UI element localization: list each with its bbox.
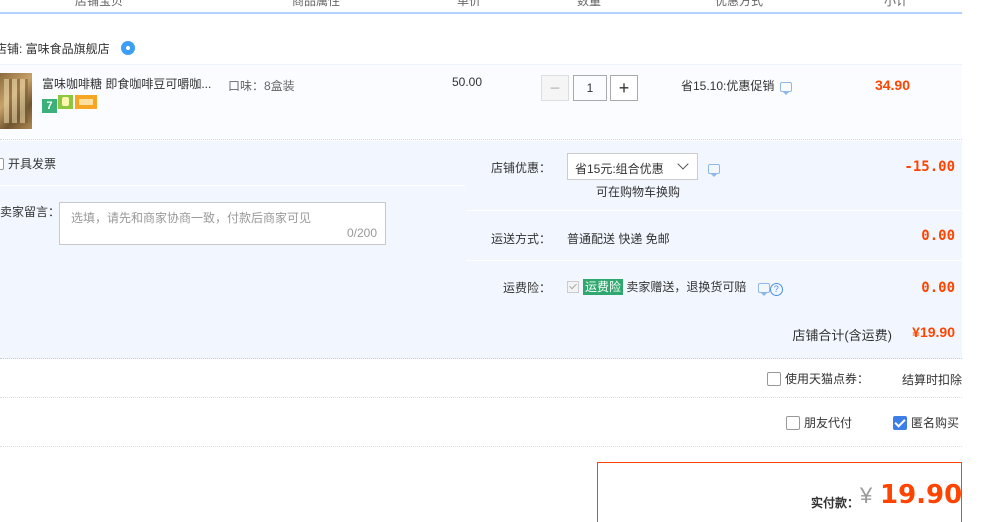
shop-name-row: 店铺: 富味食品旗舰店 xyxy=(0,40,136,57)
insurance-option: 运费险 卖家赠送，退换货可赔 ? xyxy=(567,278,783,296)
col-promotion: 优惠方式 xyxy=(715,0,764,8)
promotion-info: 省15.10:优惠促销 xyxy=(681,77,793,95)
shop-discount-amount: -15.00 xyxy=(904,159,955,175)
store-total-value: ¥19.90 xyxy=(912,324,955,340)
col-unit-price: 单价 xyxy=(457,0,482,8)
insurance-label: 运费险： xyxy=(503,281,552,295)
divider xyxy=(466,260,962,261)
help-icon[interactable]: ? xyxy=(769,283,783,296)
column-header: 店铺宝贝 商品属性 单价 数量 优惠方式 小计 xyxy=(0,0,962,14)
col-subtotal: 小计 xyxy=(884,0,909,8)
chevron-down-icon xyxy=(677,158,689,170)
item-subtotal: 34.90 xyxy=(874,77,910,93)
guarantee-icon[interactable] xyxy=(58,95,73,109)
anonymous-label: 匿名购买 xyxy=(911,416,960,430)
shop-discount-panel: 店铺优惠： 省15元:组合优惠 可在购物车换购 -15.00 运送方式： 普通配… xyxy=(466,141,962,305)
payment-amount: 19.90 xyxy=(880,480,963,510)
credit-card-icon[interactable] xyxy=(75,95,97,109)
shipping-amount: 0.00 xyxy=(921,228,955,244)
divider xyxy=(466,210,962,211)
store-total-row: 店铺合计(含运费) ¥19.90 xyxy=(0,305,962,359)
message-placeholder: 选填，请先和商家协商一致，付款后商家可见 xyxy=(71,211,312,225)
divider xyxy=(0,446,962,447)
voucher-option[interactable]: 使用天猫点券： xyxy=(767,370,869,387)
shop-discount-selected: 省15元:组合优惠 xyxy=(575,162,664,176)
shipping-label: 运送方式： xyxy=(491,232,552,246)
shop-name[interactable]: 店铺: 富味食品旗舰店 xyxy=(0,42,110,56)
invoice-option[interactable]: 开具发票 xyxy=(0,155,56,172)
shop-discount-label: 店铺优惠： xyxy=(491,161,552,175)
comment-icon[interactable] xyxy=(780,82,793,95)
friend-pay-label: 朋友代付 xyxy=(804,416,853,430)
product-title[interactable]: 富味咖啡糖 即食咖啡豆可嚼咖... xyxy=(42,75,217,92)
insurance-amount: 0.00 xyxy=(921,280,955,296)
message-char-count: 0/200 xyxy=(346,226,377,240)
message-label: 卖家留言： xyxy=(0,205,61,219)
quantity-increase-button[interactable]: + xyxy=(610,75,638,101)
comment-icon[interactable] xyxy=(757,283,770,296)
payment-label: 实付款： xyxy=(811,496,860,510)
seven-day-return-icon[interactable]: 7 xyxy=(42,99,57,113)
shop-discount-note: 可在购物车换购 xyxy=(596,185,681,199)
divider xyxy=(0,185,465,186)
invoice-label: 开具发票 xyxy=(8,157,57,171)
buyer-options: 开具发票 卖家留言： 选填，请先和商家协商一致，付款后商家可见 0/200 xyxy=(0,141,465,305)
currency-symbol: ¥ xyxy=(860,483,873,508)
anonymous-checkbox[interactable] xyxy=(893,416,907,430)
col-quantity: 数量 xyxy=(577,0,602,8)
divider xyxy=(0,397,962,398)
col-attributes: 商品属性 xyxy=(292,0,341,8)
shop-discount-select[interactable]: 省15元:组合优惠 xyxy=(567,153,698,180)
contact-seller-icon[interactable] xyxy=(121,41,136,55)
order-item-row: 富味咖啡糖 即食咖啡豆可嚼咖... 7 口味：8盒装 50.00 − 1 + 省… xyxy=(0,64,962,140)
order-options-panel: 开具发票 卖家留言： 选填，请先和商家协商一致，付款后商家可见 0/200 店铺… xyxy=(0,141,962,359)
col-shop-items: 店铺宝贝 xyxy=(75,0,124,8)
voucher-note: 结算时扣除 xyxy=(902,373,963,387)
product-thumbnail[interactable] xyxy=(0,73,32,129)
insurance-tag: 运费险 xyxy=(583,279,624,295)
service-badges: 7 xyxy=(42,95,97,113)
anonymous-purchase-option[interactable]: 匿名购买 xyxy=(893,414,959,431)
product-attribute: 口味：8盒装 xyxy=(228,79,295,93)
friend-pay-option[interactable]: 朋友代付 xyxy=(786,414,852,431)
seller-message-input[interactable]: 选填，请先和商家协商一致，付款后商家可见 0/200 xyxy=(59,202,386,245)
store-total-label: 店铺合计(含运费) xyxy=(792,328,892,343)
quantity-input[interactable]: 1 xyxy=(573,75,607,101)
voucher-checkbox[interactable] xyxy=(767,372,781,386)
payment-summary: 实付款： ¥ 19.90 xyxy=(597,462,962,522)
promotion-text: 省15.10:优惠促销 xyxy=(681,79,775,93)
insurance-checkbox xyxy=(567,281,579,293)
insurance-text: 卖家赠送，退换货可赔 xyxy=(626,280,747,294)
friend-pay-checkbox[interactable] xyxy=(786,416,800,430)
comment-icon[interactable] xyxy=(708,164,720,177)
voucher-label: 使用天猫点券： xyxy=(785,372,870,386)
quantity-decrease-button[interactable]: − xyxy=(541,75,569,101)
unit-price: 50.00 xyxy=(452,75,483,89)
invoice-checkbox[interactable] xyxy=(0,158,4,170)
shipping-method: 普通配送 快递 免邮 xyxy=(567,232,670,246)
